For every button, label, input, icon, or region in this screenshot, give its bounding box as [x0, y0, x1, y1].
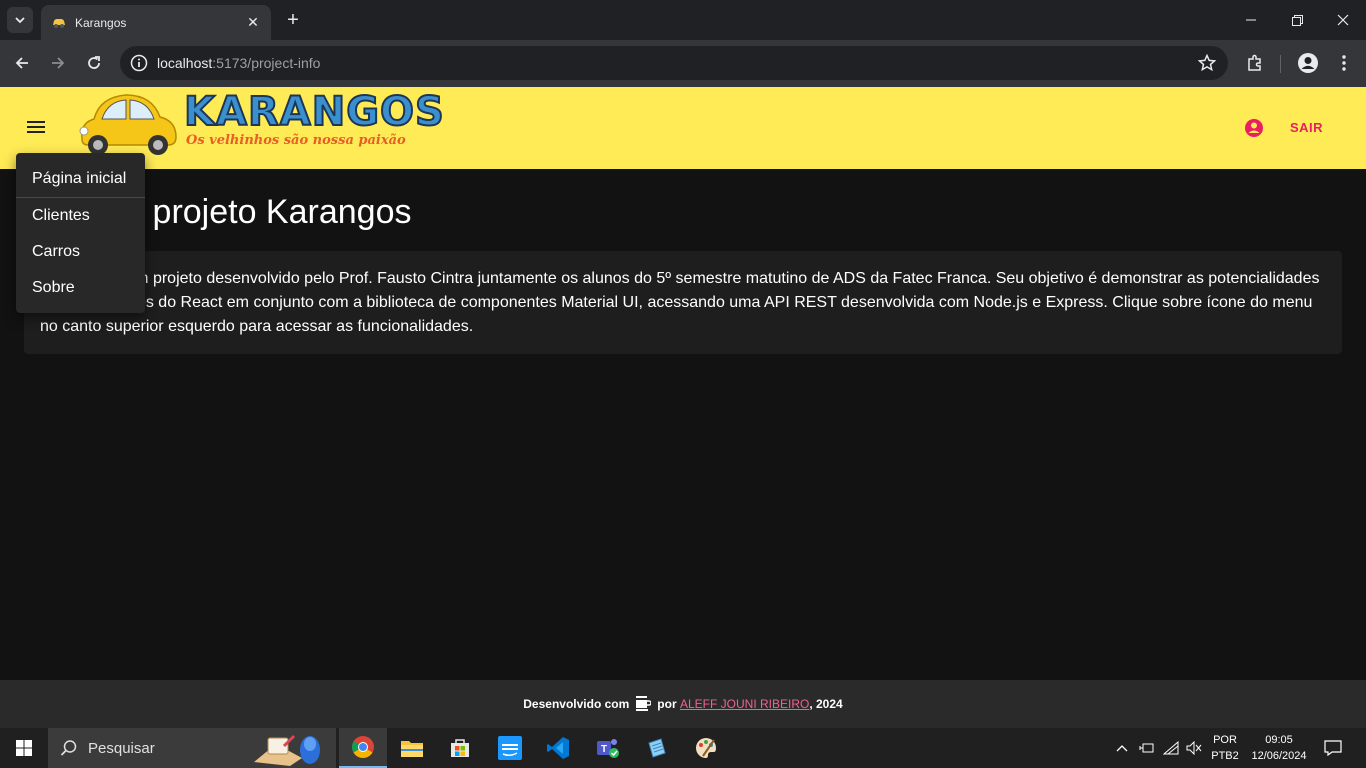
taskbar-clock[interactable]: 09:05 12/06/2024	[1246, 732, 1312, 764]
puzzle-icon	[1248, 54, 1261, 71]
wifi-icon	[1163, 741, 1179, 755]
app-header: KARANGOS Os velhinhos são nossa paixão S…	[0, 87, 1366, 169]
main-menu: Página inicial Clientes Carros Sobre	[16, 153, 145, 313]
menu-item-customers[interactable]: Clientes	[16, 198, 145, 234]
keyboard-layout: PTB2	[1211, 750, 1239, 762]
search-icon	[60, 740, 77, 756]
notepad-icon	[648, 738, 666, 758]
notification-icon	[1324, 740, 1342, 756]
account-circle-icon[interactable]	[1243, 117, 1265, 139]
car-favicon-icon	[53, 18, 65, 28]
address-bar[interactable]: localhost:5173/project-info	[120, 46, 1228, 80]
language-code: POR	[1213, 734, 1237, 746]
svg-text:T: T	[601, 744, 607, 755]
footer-prefix: Desenvolvido com	[523, 697, 630, 711]
url-path: :5173/project-info	[212, 55, 321, 71]
close-icon	[1337, 14, 1349, 26]
taskbar-search-box[interactable]: Pesquisar	[48, 728, 336, 768]
browser-tab-bar: Karangos ✕ +	[0, 0, 1366, 40]
page-footer: Desenvolvido com por ALEFF JOUNI RIBEIRO…	[0, 680, 1366, 728]
close-tab-icon[interactable]: ✕	[245, 14, 261, 31]
notifications-button[interactable]	[1318, 728, 1348, 768]
footer-year: , 2024	[809, 697, 843, 711]
car-logo-icon	[79, 94, 177, 155]
new-tab-button[interactable]: +	[282, 9, 304, 31]
logo-tagline: Os velhinhos são nossa paixão	[186, 133, 406, 148]
project-description: Karangos é um projeto desenvolvido pelo …	[40, 270, 1320, 335]
tab-title: Karangos	[75, 15, 127, 30]
arrow-left-icon	[15, 57, 28, 69]
volume-button[interactable]	[1184, 728, 1204, 768]
clock-date: 12/06/2024	[1251, 750, 1307, 762]
footer-by: por	[657, 697, 677, 711]
menu-item-cars[interactable]: Carros	[16, 234, 145, 270]
paint-palette-icon	[696, 738, 716, 758]
logout-button[interactable]: SAIR	[1290, 120, 1323, 135]
search-placeholder: Pesquisar	[88, 739, 155, 757]
folder-icon	[401, 741, 423, 757]
url-host: localhost	[157, 55, 213, 71]
taskbar-notepad[interactable]	[632, 728, 680, 768]
start-button[interactable]	[0, 728, 48, 768]
coffee-icon	[635, 696, 652, 712]
hamburger-menu-button[interactable]	[20, 111, 52, 143]
taskbar-vscode[interactable]	[534, 728, 582, 768]
taskbar-chrome[interactable]	[339, 728, 387, 768]
site-info-icon[interactable]	[130, 54, 148, 72]
restore-button[interactable]	[1274, 0, 1320, 40]
restore-icon	[1291, 14, 1303, 26]
taskbar-file-explorer[interactable]	[388, 728, 436, 768]
minimize-button[interactable]	[1228, 0, 1274, 40]
network-button[interactable]	[1161, 728, 1181, 768]
menu-icon	[27, 121, 45, 133]
teams-icon: T	[597, 739, 619, 758]
bookmark-star-icon[interactable]	[1198, 54, 1216, 72]
volume-muted-icon	[1186, 741, 1202, 755]
reload-icon	[88, 56, 100, 69]
browser-toolbar: localhost:5173/project-info	[0, 40, 1366, 87]
forward-button[interactable]	[43, 48, 73, 78]
minimize-icon	[1246, 19, 1256, 21]
browser-menu-button[interactable]	[1329, 48, 1359, 78]
author-link[interactable]: ALEFF JOUNI RIBEIRO	[680, 697, 809, 711]
chevron-down-icon	[15, 17, 25, 24]
reload-button[interactable]	[79, 48, 109, 78]
power-plug-icon	[1139, 743, 1154, 753]
project-description-card: Karangos é um projeto desenvolvido pelo …	[24, 251, 1342, 354]
prime-video-icon	[498, 736, 522, 760]
extensions-button[interactable]	[1240, 48, 1270, 78]
browser-tab[interactable]: Karangos ✕	[41, 5, 271, 40]
vscode-icon	[547, 737, 569, 759]
clock-time: 09:05	[1265, 734, 1293, 746]
menu-item-about[interactable]: Sobre	[16, 270, 145, 306]
toolbar-divider	[1280, 55, 1281, 73]
power-status-button[interactable]	[1137, 728, 1157, 768]
store-icon	[451, 739, 469, 757]
back-button[interactable]	[7, 48, 37, 78]
profile-icon	[1298, 53, 1318, 73]
taskbar-prime-video[interactable]	[486, 728, 534, 768]
logo-title: KARANGOS	[183, 88, 445, 136]
windows-logo-icon	[16, 740, 32, 756]
profile-button[interactable]	[1293, 48, 1323, 78]
input-language-button[interactable]: POR PTB2	[1206, 732, 1244, 764]
menu-item-home[interactable]: Página inicial	[16, 161, 145, 197]
windows-taskbar: Pesquisar T POR PTB2 09:05 12/06/2024	[0, 728, 1366, 768]
chevron-up-icon	[1116, 745, 1128, 752]
close-window-button[interactable]	[1320, 0, 1366, 40]
taskbar-paint[interactable]	[682, 728, 730, 768]
search-highlight-art-icon	[254, 734, 320, 766]
chrome-icon	[352, 736, 374, 758]
more-vert-icon	[1342, 55, 1346, 71]
tab-search-button[interactable]	[7, 7, 33, 33]
show-hidden-icons-button[interactable]	[1113, 728, 1131, 768]
taskbar-microsoft-store[interactable]	[436, 728, 484, 768]
arrow-right-icon	[52, 57, 65, 69]
taskbar-teams[interactable]: T	[584, 728, 632, 768]
